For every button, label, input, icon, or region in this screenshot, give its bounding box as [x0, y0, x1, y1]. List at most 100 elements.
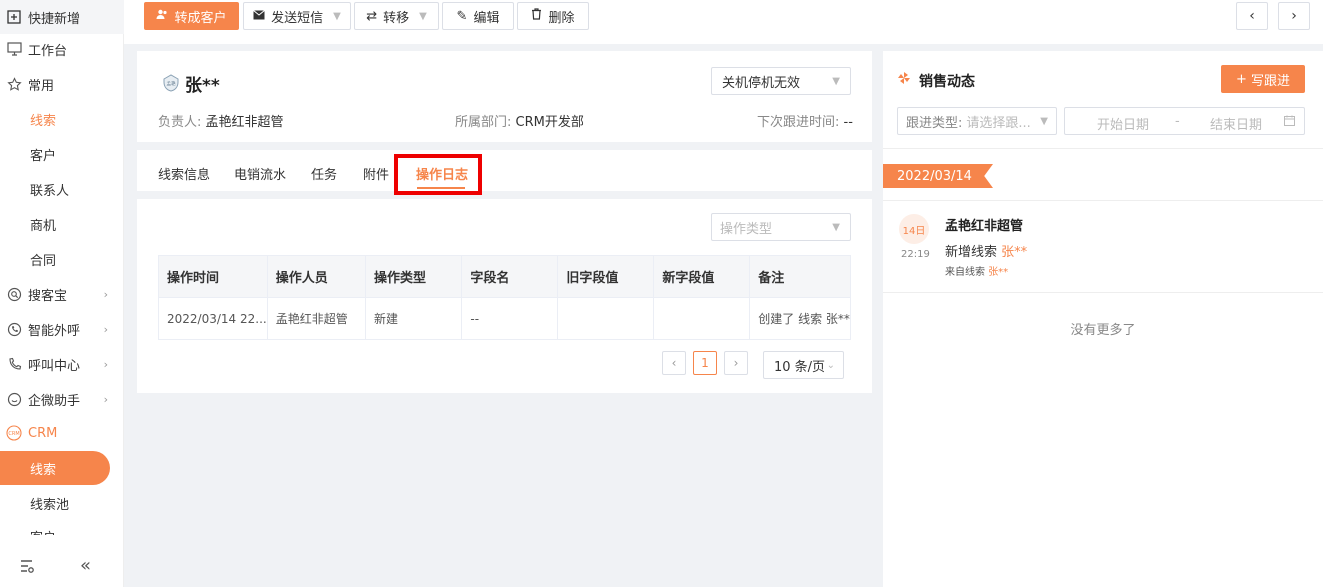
- monitor-icon: [6, 41, 22, 57]
- sidebar-item-contracts[interactable]: 合同: [0, 242, 124, 276]
- activity-source: 来自线索 张**: [945, 263, 1008, 278]
- sidebar-item-customers[interactable]: 客户: [0, 137, 124, 171]
- sidebar-item-leads-common[interactable]: 线索: [0, 102, 124, 136]
- edit-button[interactable]: ✎ 编辑: [442, 2, 514, 30]
- operation-type-select[interactable]: 操作类型 ▼: [711, 213, 851, 241]
- activity-user: 孟艳红非超管: [945, 219, 1024, 234]
- chevron-down-icon: ⌄: [826, 359, 835, 371]
- table-cell: [653, 297, 751, 340]
- write-follow-up-button[interactable]: + 写跟进: [1221, 65, 1305, 93]
- lead-link[interactable]: 张**: [988, 267, 1008, 278]
- sidebar-item-opportunities[interactable]: 商机: [0, 207, 124, 241]
- field-value: 孟艳红非超管: [205, 115, 284, 130]
- button-label: 删除: [548, 10, 575, 26]
- lead-header-card: 孟艳 张** 关机停机无效 ▼ 负责人: 孟艳红非超管 所属部门: CRM开发部…: [137, 51, 872, 142]
- sidebar-item-label: 搜客宝: [28, 288, 68, 304]
- button-label: 编辑: [473, 10, 500, 26]
- sidebar-item-label: 线索: [30, 113, 57, 129]
- end-date-input[interactable]: 结束日期: [1210, 114, 1262, 133]
- sidebar: 快捷新增 工作台 常用 线索 客户 联系人 商机 合同 搜客宝 › 智能外呼 ›…: [0, 0, 124, 587]
- sidebar-item-crm[interactable]: CRM CRM: [0, 416, 124, 450]
- field-value: --: [843, 115, 853, 130]
- trash-icon: [531, 8, 542, 24]
- send-sms-button[interactable]: 发送短信 ▼: [243, 2, 351, 30]
- sidebar-item-label: 常用: [28, 78, 55, 94]
- sidebar-item-leads[interactable]: 线索: [0, 451, 110, 485]
- table-cell: 2022/03/14 22...: [158, 297, 268, 340]
- table-cell: 新建: [364, 297, 463, 340]
- tab-attachments[interactable]: 附件: [363, 164, 389, 183]
- divider: [883, 292, 1323, 293]
- svg-text:孟艳: 孟艳: [167, 80, 176, 87]
- pencil-icon: ✎: [456, 8, 468, 24]
- chevron-right-icon: ›: [103, 287, 108, 301]
- chevron-right-icon: ›: [733, 356, 739, 370]
- transfer-button[interactable]: ⇄ 转移 ▼: [354, 2, 439, 30]
- sidebar-item-workbench[interactable]: 工作台: [0, 32, 124, 66]
- page-number-button[interactable]: 1: [693, 351, 717, 375]
- sales-activity-panel: 销售动态 + 写跟进 跟进类型: 请选择跟... ▼ 开始日期 - 结束日期 2…: [883, 51, 1323, 587]
- calendar-icon: [1284, 115, 1295, 130]
- sidebar-item-souke[interactable]: 搜客宝 ›: [0, 277, 124, 311]
- next-page-button[interactable]: ›: [724, 351, 748, 375]
- sidebar-item-contacts[interactable]: 联系人: [0, 172, 124, 206]
- select-placeholder: 操作类型: [720, 221, 773, 237]
- prev-page-button[interactable]: ‹: [662, 351, 686, 375]
- column-header: 新字段值: [653, 255, 751, 298]
- next-record-button[interactable]: ›: [1278, 2, 1310, 30]
- divider: [883, 148, 1323, 149]
- transfer-icon: ⇄: [366, 8, 378, 24]
- column-header: 备注: [749, 255, 851, 298]
- sidebar-item-label: 企微助手: [28, 393, 81, 409]
- sidebar-item-label: CRM: [28, 425, 58, 441]
- sidebar-item-lead-pool[interactable]: 线索池: [0, 486, 124, 520]
- day-badge: 14日: [899, 214, 929, 244]
- add-square-icon: [6, 9, 22, 25]
- column-header: 旧字段值: [557, 255, 655, 298]
- button-label: 写跟进: [1250, 73, 1290, 89]
- caret-down-icon: ▼: [832, 75, 840, 87]
- settings-list-icon[interactable]: [18, 557, 36, 580]
- users-icon: [156, 8, 168, 24]
- lead-name: 张**: [185, 76, 220, 96]
- sidebar-item-call-center[interactable]: 呼叫中心 ›: [0, 347, 124, 381]
- delete-button[interactable]: 删除: [517, 2, 589, 30]
- sidebar-item-smart-call[interactable]: 智能外呼 ›: [0, 312, 124, 346]
- column-header: 字段名: [461, 255, 559, 298]
- date-separator: -: [1175, 114, 1180, 129]
- plus-icon: +: [1236, 71, 1247, 87]
- sidebar-item-quick-add[interactable]: 快捷新增: [0, 0, 124, 34]
- date-range-picker[interactable]: 开始日期 - 结束日期: [1064, 107, 1305, 135]
- select-value: 关机停机无效: [722, 75, 801, 91]
- smile-icon: [6, 391, 22, 407]
- lead-status-select[interactable]: 关机停机无效 ▼: [711, 67, 851, 95]
- table-header-row: 操作时间 操作人员 操作类型 字段名 旧字段值 新字段值 备注: [158, 255, 851, 298]
- convert-customer-button[interactable]: 转成客户: [144, 2, 239, 30]
- tab-lead-info[interactable]: 线索信息: [158, 164, 210, 183]
- collapse-sidebar-icon[interactable]: «: [80, 555, 91, 576]
- sidebar-item-common[interactable]: 常用: [0, 67, 124, 101]
- operation-log-panel: 操作类型 ▼ 操作时间 操作人员 操作类型 字段名 旧字段值 新字段值 备注 2…: [137, 199, 872, 393]
- lead-link[interactable]: 张**: [1001, 245, 1027, 260]
- tab-tasks[interactable]: 任务: [311, 164, 337, 183]
- page-size-select[interactable]: 10 条/页 ⌄: [763, 351, 844, 379]
- sidebar-item-label: 线索: [30, 462, 57, 478]
- sidebar-item-wecom[interactable]: 企微助手 ›: [0, 382, 124, 416]
- sidebar-item-customers-partial[interactable]: 客户: [30, 527, 90, 535]
- department-field: 所属部门: CRM开发部: [455, 111, 584, 130]
- sidebar-item-label: 智能外呼: [28, 323, 81, 339]
- chevron-right-icon: ›: [1291, 8, 1297, 24]
- chevron-left-icon: ‹: [1249, 8, 1255, 24]
- lead-avatar-icon: 孟艳: [161, 73, 181, 93]
- panel-title: 销售动态: [919, 74, 975, 90]
- button-label: 发送短信: [271, 10, 324, 26]
- sidebar-item-label: 呼叫中心: [28, 358, 81, 374]
- activity-time: 22:19: [901, 249, 930, 260]
- action-toolbar: 转成客户 发送短信 ▼ ⇄ 转移 ▼ ✎ 编辑 删除 ‹ ›: [124, 0, 1323, 44]
- previous-record-button[interactable]: ‹: [1236, 2, 1268, 30]
- start-date-input[interactable]: 开始日期: [1097, 114, 1149, 133]
- sidebar-item-label: 客户: [30, 527, 56, 535]
- follow-type-select[interactable]: 跟进类型: 请选择跟... ▼: [897, 107, 1057, 135]
- tab-telesales[interactable]: 电销流水: [234, 164, 286, 183]
- chevron-right-icon: ›: [103, 322, 108, 336]
